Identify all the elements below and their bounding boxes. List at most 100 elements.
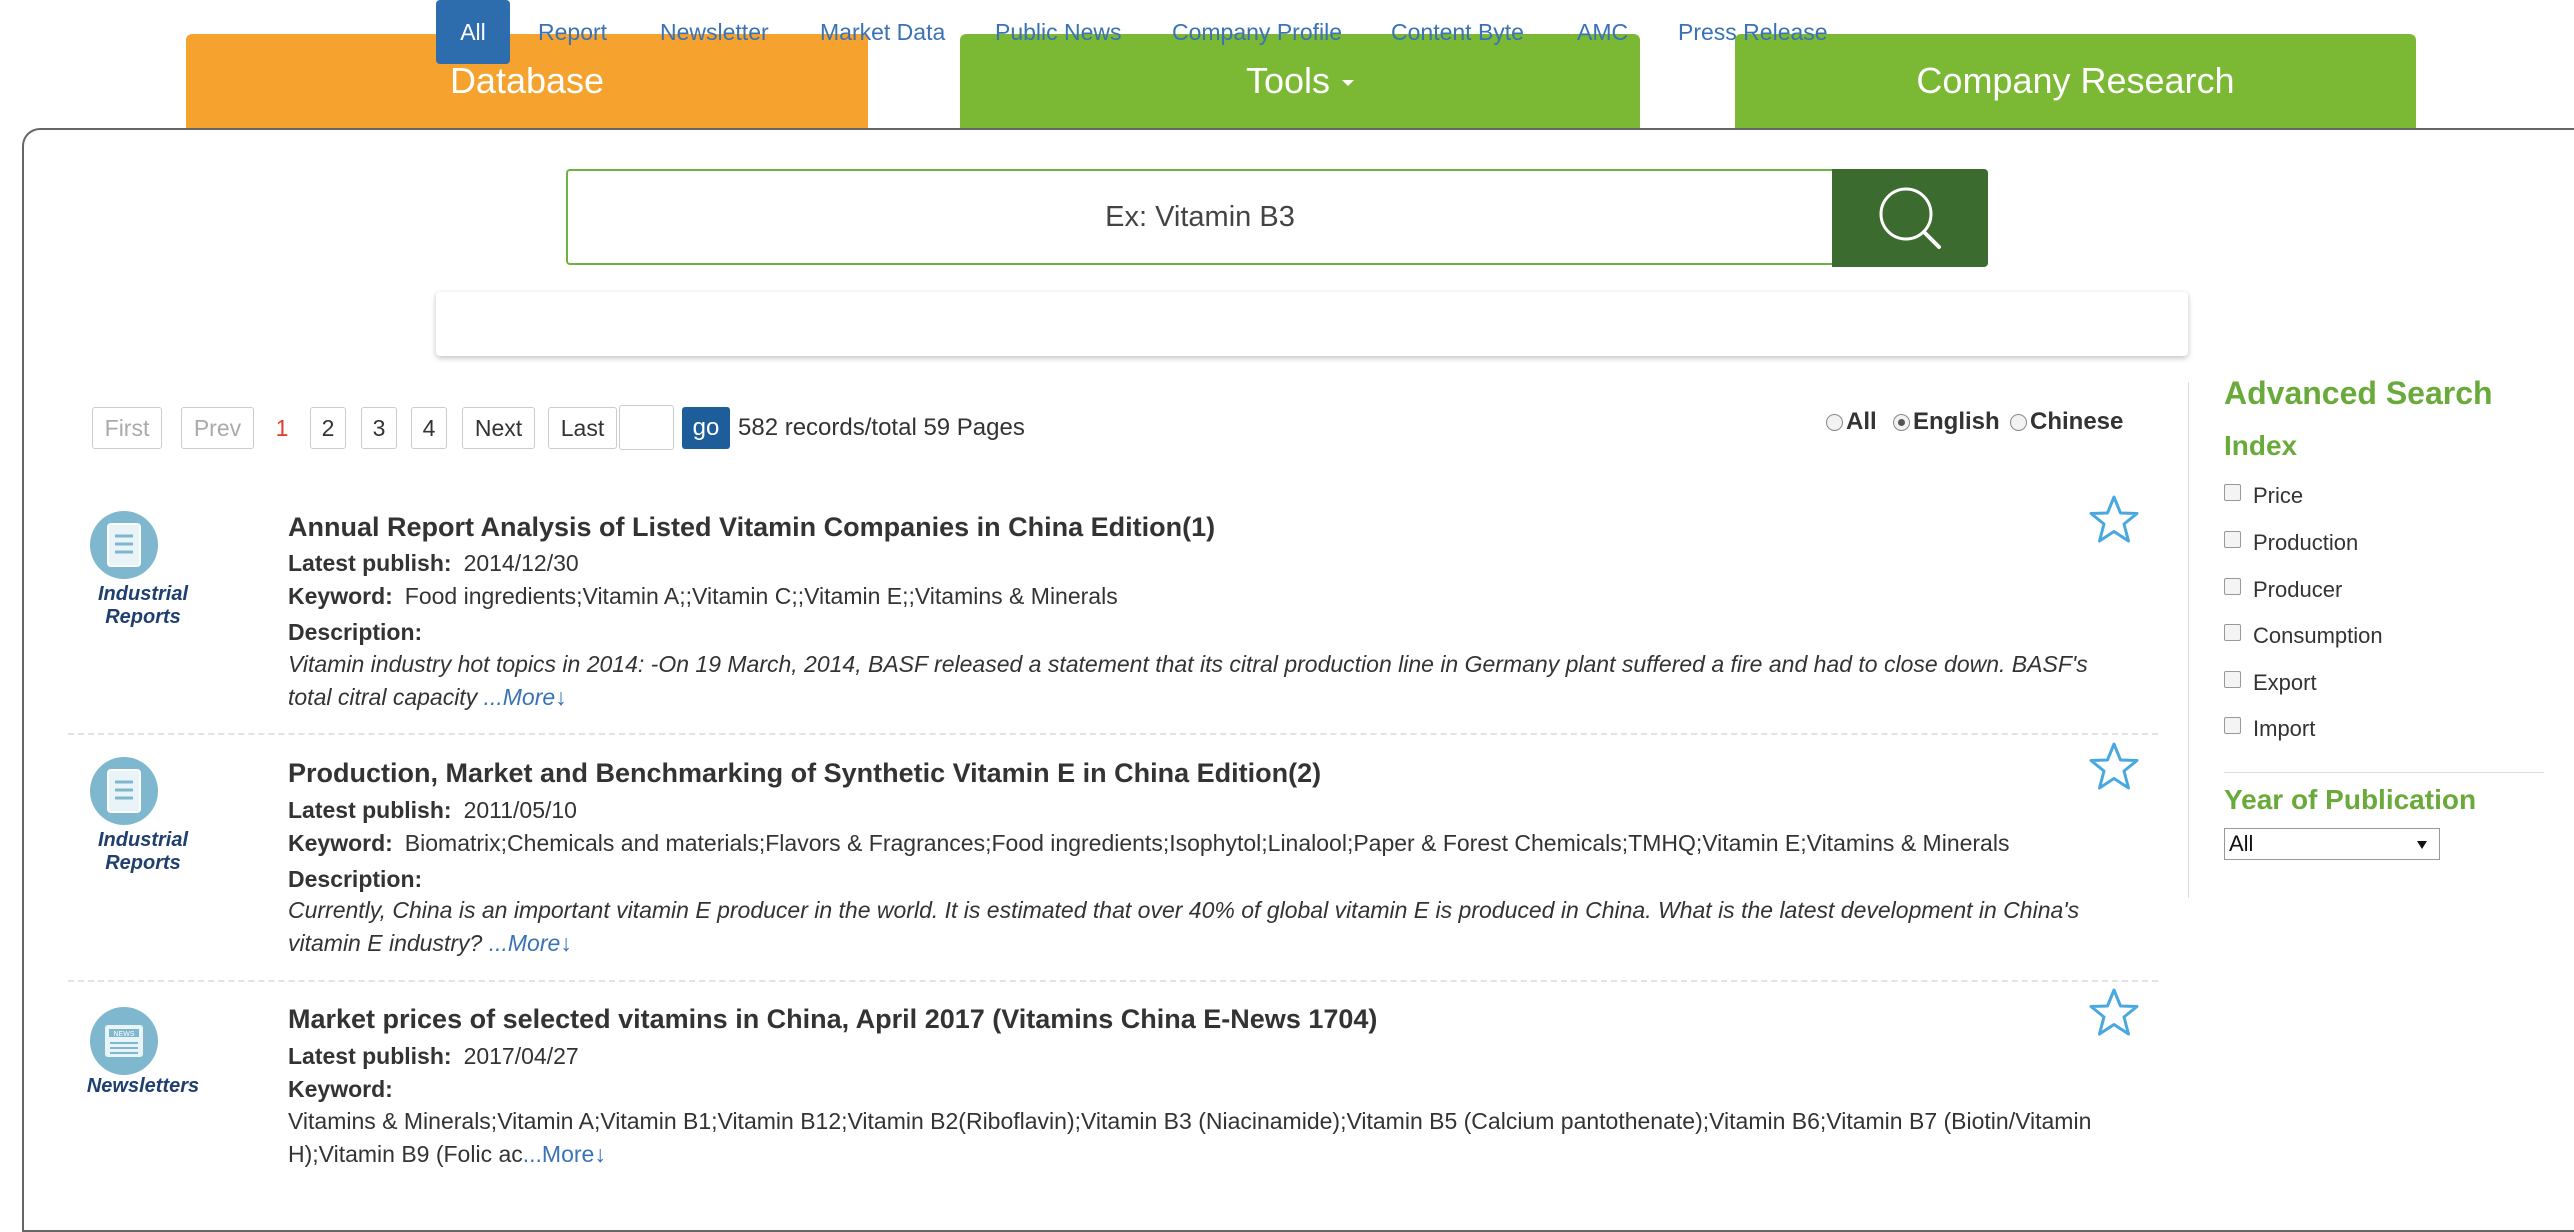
year-of-publication-title: Year of Publication xyxy=(2224,784,2477,815)
year-select[interactable]: All xyxy=(2224,828,2440,860)
advanced-search-title: Advanced Search xyxy=(2224,375,2493,411)
keyword-label: Keyword: xyxy=(288,583,393,609)
result-description: Currently, China is an important vitamin… xyxy=(288,894,2118,960)
report-icon xyxy=(90,757,158,825)
result-keywords: Keyword: Food ingredients;Vitamin A;;Vita… xyxy=(288,583,1118,610)
index-option-consumption[interactable]: Consumption xyxy=(2224,621,2383,651)
category-content-byte[interactable]: Content Byte xyxy=(1391,0,1524,64)
tab-database-label: Database xyxy=(449,60,605,101)
index-option-production[interactable]: Production xyxy=(2224,528,2358,558)
result-type-line-1: Newsletters xyxy=(86,1075,200,1097)
result-description: Vitamin industry hot topics in 2014: -On… xyxy=(288,648,2118,714)
category-newsletter[interactable]: Newsletter xyxy=(660,0,769,64)
checkbox-icon[interactable] xyxy=(2224,716,2241,734)
checkbox-icon[interactable] xyxy=(2224,670,2241,688)
newsletter-icon: NEWS xyxy=(90,1007,158,1075)
category-amc[interactable]: AMC xyxy=(1577,0,1628,64)
publish-date: 2017/04/27 xyxy=(463,1043,579,1069)
more-link[interactable]: ...More↓ xyxy=(523,1141,606,1167)
more-link[interactable]: ...More↓ xyxy=(484,684,567,710)
pagination-prev[interactable]: Prev xyxy=(181,407,254,449)
index-option-label: Price xyxy=(2253,483,2304,508)
result-type-line-2: Reports xyxy=(105,606,181,628)
description-label: Description: xyxy=(288,619,423,645)
category-press-release[interactable]: Press Release xyxy=(1678,0,1828,64)
index-option-price[interactable]: Price xyxy=(2224,481,2303,511)
checkbox-icon[interactable] xyxy=(2224,483,2241,501)
search-button[interactable] xyxy=(1832,169,1988,267)
result-type-label: Newsletters xyxy=(83,1075,203,1098)
caret-down-icon xyxy=(1342,80,1355,86)
publish-label: Latest publish: xyxy=(288,1043,452,1069)
pagination-page-2[interactable]: 2 xyxy=(310,407,346,449)
search-input[interactable]: Ex: Vitamin B3 xyxy=(566,169,1832,265)
pagination-current: 1 xyxy=(275,414,289,441)
keyword-values: Biomatrix;Chemicals and materials;Flavor… xyxy=(404,830,2010,856)
checkbox-icon[interactable] xyxy=(2224,577,2241,595)
pagination-next[interactable]: Next xyxy=(462,407,535,449)
result-divider xyxy=(68,980,2158,982)
result-publish: Latest publish: 2017/04/27 xyxy=(288,1043,579,1070)
index-option-producer[interactable]: Producer xyxy=(2224,575,2342,605)
pagination-last[interactable]: Last xyxy=(548,407,617,449)
category-company-profile[interactable]: Company Profile xyxy=(1172,0,1342,64)
tab-company-research-label: Company Research xyxy=(1916,60,2235,101)
favorite-star-icon[interactable] xyxy=(2088,987,2140,1039)
search-icon xyxy=(1879,187,1941,249)
tab-company-research[interactable]: Company Research xyxy=(1735,34,2416,128)
pagination-summary: 582 records/total 59 Pages xyxy=(738,414,1025,441)
category-market-data[interactable]: Market Data xyxy=(820,0,945,64)
result-title[interactable]: Production, Market and Benchmarking of S… xyxy=(288,758,1321,789)
svg-text:NEWS: NEWS xyxy=(114,1031,135,1038)
page-number-input[interactable] xyxy=(619,405,674,450)
publish-label: Latest publish: xyxy=(288,550,452,576)
pagination-page-3[interactable]: 3 xyxy=(361,407,397,449)
keyword-values: Food ingredients;Vitamin A;;Vitamin C;;V… xyxy=(404,583,1118,609)
sidebar-divider xyxy=(2188,382,2189,898)
language-radio-all[interactable]: All xyxy=(1826,404,1877,440)
category-nav xyxy=(436,292,2188,356)
language-english-label: English xyxy=(1913,408,2000,435)
keyword-label: Keyword: xyxy=(288,830,393,856)
result-type-label: Industrial Reports xyxy=(83,829,203,875)
more-link[interactable]: ...More↓ xyxy=(489,930,572,956)
index-option-label: Consumption xyxy=(2253,623,2383,648)
index-option-label: Producer xyxy=(2253,577,2343,602)
result-type-line-1: Industrial xyxy=(97,583,188,605)
index-option-label: Export xyxy=(2253,670,2317,695)
language-radio-english[interactable]: English xyxy=(1893,404,2000,440)
pagination-go-button[interactable]: go xyxy=(682,407,730,449)
search-placeholder: Ex: Vitamin B3 xyxy=(1105,200,1295,233)
favorite-star-icon[interactable] xyxy=(2088,494,2140,546)
checkbox-icon[interactable] xyxy=(2224,623,2241,641)
index-option-import[interactable]: Import xyxy=(2224,714,2315,744)
language-chinese-label: Chinese xyxy=(2030,408,2124,435)
index-option-label: Production xyxy=(2253,530,2359,555)
favorite-star-icon[interactable] xyxy=(2088,741,2140,793)
index-option-label: Import xyxy=(2253,716,2316,741)
year-selected-value: All xyxy=(2229,831,2254,856)
dropdown-arrow-icon xyxy=(2417,841,2427,849)
publish-date: 2011/05/10 xyxy=(463,797,577,823)
pagination-page-4[interactable]: 4 xyxy=(411,407,447,449)
radio-icon xyxy=(2010,413,2027,431)
description-label: Description: xyxy=(288,866,423,892)
language-radio-chinese[interactable]: Chinese xyxy=(2010,404,2123,440)
radio-selected-icon xyxy=(1893,413,1910,431)
tab-tools-label: Tools xyxy=(1245,60,1331,101)
result-keywords: Keyword: Biomatrix;Chemicals and material… xyxy=(288,830,2009,857)
result-keywords: Vitamins & Minerals;Vitamin A;Vitamin B1… xyxy=(288,1105,2118,1171)
pagination-first[interactable]: First xyxy=(92,407,162,449)
category-public-news[interactable]: Public News xyxy=(995,0,1122,64)
index-option-export[interactable]: Export xyxy=(2224,668,2317,698)
result-publish: Latest publish: 2011/05/10 xyxy=(288,797,577,824)
result-title[interactable]: Market prices of selected vitamins in Ch… xyxy=(288,1004,1377,1035)
report-icon xyxy=(90,511,158,579)
result-type-line-2: Reports xyxy=(105,852,181,874)
keyword-label: Keyword: xyxy=(288,1076,393,1102)
publish-date: 2014/12/30 xyxy=(463,550,579,576)
checkbox-icon[interactable] xyxy=(2224,530,2241,548)
category-report[interactable]: Report xyxy=(538,0,607,64)
category-all[interactable]: All xyxy=(436,0,510,64)
result-title[interactable]: Annual Report Analysis of Listed Vitamin… xyxy=(288,512,1215,543)
